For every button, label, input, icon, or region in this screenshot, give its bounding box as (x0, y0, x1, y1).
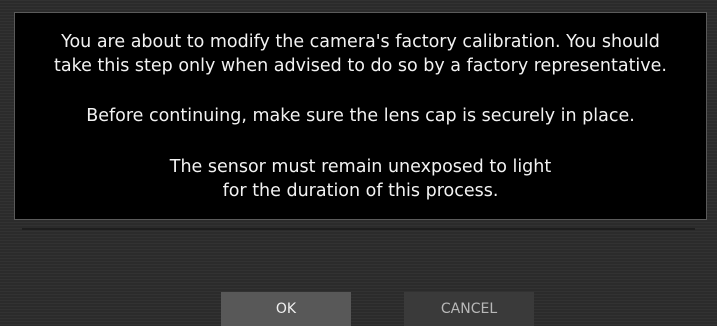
ok-button[interactable]: OK (221, 292, 351, 326)
cancel-button[interactable]: CANCEL (404, 292, 534, 326)
message-line: You are about to modify the camera's fac… (61, 32, 660, 52)
message-line: The sensor must remain unexposed to ligh… (169, 157, 552, 177)
sensor-light-paragraph: The sensor must remain unexposed to ligh… (15, 155, 706, 203)
message-line: Before continuing, make sure the lens ca… (86, 106, 635, 126)
divider (22, 228, 695, 230)
lens-cap-paragraph: Before continuing, make sure the lens ca… (15, 104, 706, 128)
message-panel: You are about to modify the camera's fac… (14, 12, 707, 220)
message-line: for the duration of this process. (222, 181, 499, 201)
message-line: take this step only when advised to do s… (54, 56, 667, 76)
calibration-warning-dialog: You are about to modify the camera's fac… (0, 0, 717, 326)
calibration-warning-paragraph: You are about to modify the camera's fac… (15, 30, 706, 78)
